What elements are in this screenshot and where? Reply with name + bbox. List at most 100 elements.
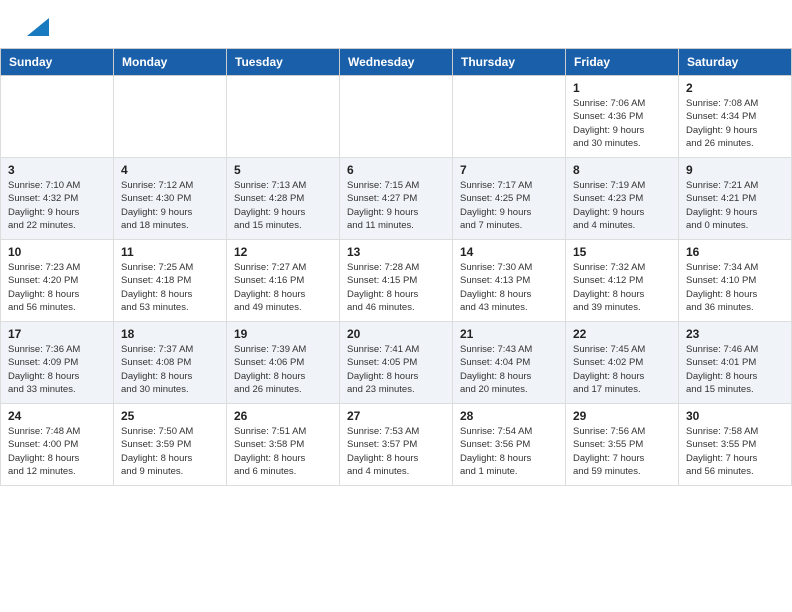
calendar-empty-cell: [340, 76, 453, 158]
day-info: Sunrise: 7:37 AMSunset: 4:08 PMDaylight:…: [121, 343, 219, 396]
calendar-day-13: 13 Sunrise: 7:28 AMSunset: 4:15 PMDayligh…: [340, 240, 453, 322]
day-number: 8: [573, 163, 671, 177]
day-number: 3: [8, 163, 106, 177]
calendar-empty-cell: [227, 76, 340, 158]
calendar-day-30: 30 Sunrise: 7:58 AMSunset: 3:55 PMDayligh…: [679, 404, 792, 486]
column-header-friday: Friday: [566, 49, 679, 76]
day-info: Sunrise: 7:41 AMSunset: 4:05 PMDaylight:…: [347, 343, 445, 396]
day-info: Sunrise: 7:50 AMSunset: 3:59 PMDaylight:…: [121, 425, 219, 478]
logo-triangle-icon: [27, 18, 49, 36]
day-info: Sunrise: 7:48 AMSunset: 4:00 PMDaylight:…: [8, 425, 106, 478]
day-number: 6: [347, 163, 445, 177]
day-info: Sunrise: 7:43 AMSunset: 4:04 PMDaylight:…: [460, 343, 558, 396]
day-info: Sunrise: 7:34 AMSunset: 4:10 PMDaylight:…: [686, 261, 784, 314]
day-number: 18: [121, 327, 219, 341]
day-number: 27: [347, 409, 445, 423]
day-number: 1: [573, 81, 671, 95]
day-info: Sunrise: 7:23 AMSunset: 4:20 PMDaylight:…: [8, 261, 106, 314]
day-number: 22: [573, 327, 671, 341]
day-info: Sunrise: 7:51 AMSunset: 3:58 PMDaylight:…: [234, 425, 332, 478]
day-number: 19: [234, 327, 332, 341]
day-info: Sunrise: 7:10 AMSunset: 4:32 PMDaylight:…: [8, 179, 106, 232]
day-number: 26: [234, 409, 332, 423]
calendar-day-5: 5 Sunrise: 7:13 AMSunset: 4:28 PMDaylight…: [227, 158, 340, 240]
column-header-saturday: Saturday: [679, 49, 792, 76]
calendar-day-24: 24 Sunrise: 7:48 AMSunset: 4:00 PMDayligh…: [1, 404, 114, 486]
column-header-monday: Monday: [114, 49, 227, 76]
calendar-week-row: 1 Sunrise: 7:06 AMSunset: 4:36 PMDaylight…: [1, 76, 792, 158]
day-number: 17: [8, 327, 106, 341]
day-info: Sunrise: 7:58 AMSunset: 3:55 PMDaylight:…: [686, 425, 784, 478]
day-number: 9: [686, 163, 784, 177]
day-number: 5: [234, 163, 332, 177]
calendar-empty-cell: [114, 76, 227, 158]
calendar-day-8: 8 Sunrise: 7:19 AMSunset: 4:23 PMDaylight…: [566, 158, 679, 240]
calendar-day-21: 21Sunrise: 7:43 AMSunset: 4:04 PMDayligh…: [453, 322, 566, 404]
day-number: 15: [573, 245, 671, 259]
calendar-day-2: 2 Sunrise: 7:08 AMSunset: 4:34 PMDaylight…: [679, 76, 792, 158]
day-info: Sunrise: 7:54 AMSunset: 3:56 PMDaylight:…: [460, 425, 558, 478]
calendar-day-3: 3 Sunrise: 7:10 AMSunset: 4:32 PMDaylight…: [1, 158, 114, 240]
day-info: Sunrise: 7:45 AMSunset: 4:02 PMDaylight:…: [573, 343, 671, 396]
calendar-day-15: 15 Sunrise: 7:32 AMSunset: 4:12 PMDayligh…: [566, 240, 679, 322]
calendar-empty-cell: [453, 76, 566, 158]
calendar-day-12: 12Sunrise: 7:27 AMSunset: 4:16 PMDayligh…: [227, 240, 340, 322]
calendar-week-row: 3 Sunrise: 7:10 AMSunset: 4:32 PMDaylight…: [1, 158, 792, 240]
day-number: 7: [460, 163, 558, 177]
day-info: Sunrise: 7:08 AMSunset: 4:34 PMDaylight:…: [686, 97, 784, 150]
day-number: 29: [573, 409, 671, 423]
calendar-day-19: 19 Sunrise: 7:39 AMSunset: 4:06 PMDayligh…: [227, 322, 340, 404]
calendar-day-17: 17Sunrise: 7:36 AMSunset: 4:09 PMDayligh…: [1, 322, 114, 404]
calendar-day-7: 7Sunrise: 7:17 AMSunset: 4:25 PMDaylight…: [453, 158, 566, 240]
day-number: 10: [8, 245, 106, 259]
calendar-day-11: 11 Sunrise: 7:25 AMSunset: 4:18 PMDayligh…: [114, 240, 227, 322]
calendar-header-row: SundayMondayTuesdayWednesdayThursdayFrid…: [1, 49, 792, 76]
calendar-day-10: 10 Sunrise: 7:23 AMSunset: 4:20 PMDayligh…: [1, 240, 114, 322]
day-number: 12: [234, 245, 332, 259]
day-number: 30: [686, 409, 784, 423]
day-info: Sunrise: 7:46 AMSunset: 4:01 PMDaylight:…: [686, 343, 784, 396]
calendar-day-28: 28 Sunrise: 7:54 AMSunset: 3:56 PMDayligh…: [453, 404, 566, 486]
calendar-week-row: 24 Sunrise: 7:48 AMSunset: 4:00 PMDayligh…: [1, 404, 792, 486]
day-number: 4: [121, 163, 219, 177]
column-header-wednesday: Wednesday: [340, 49, 453, 76]
day-info: Sunrise: 7:25 AMSunset: 4:18 PMDaylight:…: [121, 261, 219, 314]
day-info: Sunrise: 7:39 AMSunset: 4:06 PMDaylight:…: [234, 343, 332, 396]
calendar-day-14: 14Sunrise: 7:30 AMSunset: 4:13 PMDayligh…: [453, 240, 566, 322]
column-header-tuesday: Tuesday: [227, 49, 340, 76]
day-number: 11: [121, 245, 219, 259]
day-number: 13: [347, 245, 445, 259]
calendar-day-23: 23Sunrise: 7:46 AMSunset: 4:01 PMDayligh…: [679, 322, 792, 404]
calendar-day-1: 1 Sunrise: 7:06 AMSunset: 4:36 PMDaylight…: [566, 76, 679, 158]
calendar-table: SundayMondayTuesdayWednesdayThursdayFrid…: [0, 48, 792, 486]
day-info: Sunrise: 7:28 AMSunset: 4:15 PMDaylight:…: [347, 261, 445, 314]
day-info: Sunrise: 7:06 AMSunset: 4:36 PMDaylight:…: [573, 97, 671, 150]
logo: [24, 18, 49, 38]
day-info: Sunrise: 7:21 AMSunset: 4:21 PMDaylight:…: [686, 179, 784, 232]
calendar-day-26: 26 Sunrise: 7:51 AMSunset: 3:58 PMDayligh…: [227, 404, 340, 486]
day-info: Sunrise: 7:56 AMSunset: 3:55 PMDaylight:…: [573, 425, 671, 478]
day-info: Sunrise: 7:13 AMSunset: 4:28 PMDaylight:…: [234, 179, 332, 232]
day-info: Sunrise: 7:30 AMSunset: 4:13 PMDaylight:…: [460, 261, 558, 314]
calendar-empty-cell: [1, 76, 114, 158]
day-number: 24: [8, 409, 106, 423]
page-header: [0, 0, 792, 48]
calendar-day-4: 4Sunrise: 7:12 AMSunset: 4:30 PMDaylight…: [114, 158, 227, 240]
calendar-day-27: 27 Sunrise: 7:53 AMSunset: 3:57 PMDayligh…: [340, 404, 453, 486]
day-info: Sunrise: 7:15 AMSunset: 4:27 PMDaylight:…: [347, 179, 445, 232]
day-info: Sunrise: 7:32 AMSunset: 4:12 PMDaylight:…: [573, 261, 671, 314]
day-number: 28: [460, 409, 558, 423]
column-header-thursday: Thursday: [453, 49, 566, 76]
calendar-day-18: 18 Sunrise: 7:37 AMSunset: 4:08 PMDayligh…: [114, 322, 227, 404]
calendar-day-16: 16Sunrise: 7:34 AMSunset: 4:10 PMDayligh…: [679, 240, 792, 322]
calendar-week-row: 17Sunrise: 7:36 AMSunset: 4:09 PMDayligh…: [1, 322, 792, 404]
day-info: Sunrise: 7:53 AMSunset: 3:57 PMDaylight:…: [347, 425, 445, 478]
calendar-day-20: 20Sunrise: 7:41 AMSunset: 4:05 PMDayligh…: [340, 322, 453, 404]
calendar-day-6: 6 Sunrise: 7:15 AMSunset: 4:27 PMDaylight…: [340, 158, 453, 240]
calendar-day-22: 22 Sunrise: 7:45 AMSunset: 4:02 PMDayligh…: [566, 322, 679, 404]
calendar-day-29: 29 Sunrise: 7:56 AMSunset: 3:55 PMDayligh…: [566, 404, 679, 486]
day-number: 2: [686, 81, 784, 95]
day-info: Sunrise: 7:19 AMSunset: 4:23 PMDaylight:…: [573, 179, 671, 232]
column-header-sunday: Sunday: [1, 49, 114, 76]
calendar-day-25: 25Sunrise: 7:50 AMSunset: 3:59 PMDayligh…: [114, 404, 227, 486]
